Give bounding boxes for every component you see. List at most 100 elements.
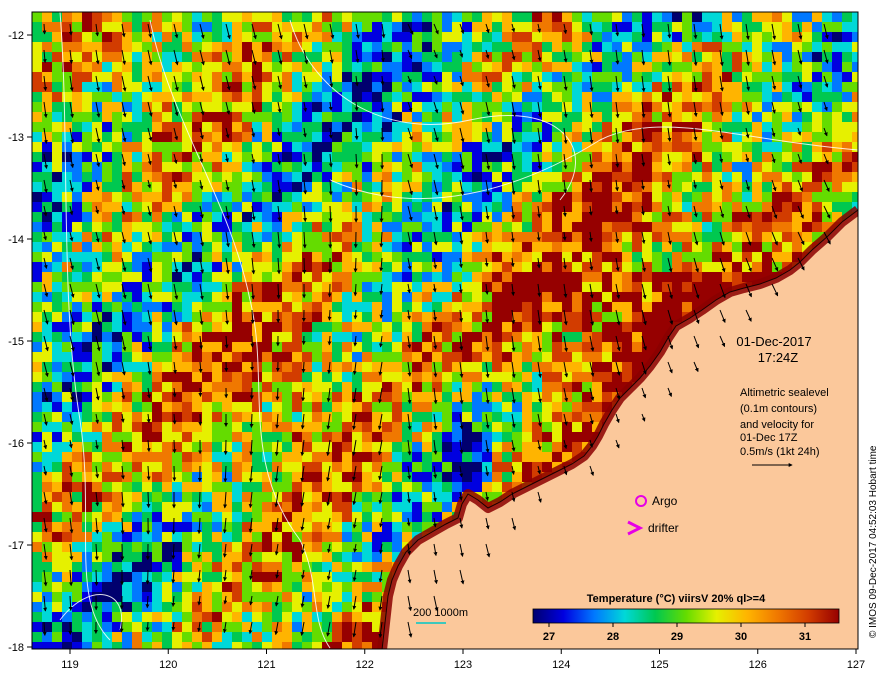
sst-cell bbox=[202, 472, 212, 482]
sst-cell bbox=[52, 522, 62, 532]
sst-cell bbox=[132, 312, 142, 322]
sst-cell bbox=[402, 272, 412, 282]
sst-cell bbox=[392, 142, 402, 152]
sst-cell bbox=[132, 482, 142, 492]
sst-cell bbox=[482, 432, 492, 442]
sst-cell bbox=[442, 392, 452, 402]
sst-cell bbox=[422, 52, 432, 62]
sst-cell bbox=[42, 462, 52, 472]
sst-cell bbox=[202, 592, 212, 602]
sst-cell bbox=[172, 582, 182, 592]
sst-cell bbox=[292, 402, 302, 412]
sst-cell bbox=[182, 512, 192, 522]
sst-cell bbox=[122, 242, 132, 252]
sst-cell bbox=[562, 192, 572, 202]
sst-cell bbox=[632, 122, 642, 132]
sst-cell bbox=[322, 602, 332, 612]
sst-cell bbox=[332, 52, 342, 62]
sst-cell bbox=[502, 342, 512, 352]
sst-cell bbox=[692, 122, 702, 132]
sst-cell bbox=[682, 172, 692, 182]
sst-cell bbox=[432, 372, 442, 382]
sst-cell bbox=[342, 242, 352, 252]
sst-cell bbox=[152, 382, 162, 392]
sst-cell bbox=[212, 332, 222, 342]
sst-cell bbox=[752, 202, 762, 212]
sst-cell bbox=[252, 432, 262, 442]
sst-cell bbox=[842, 62, 852, 72]
sst-cell bbox=[52, 252, 62, 262]
sst-cell bbox=[32, 522, 42, 532]
sst-cell bbox=[222, 512, 232, 522]
sst-cell bbox=[522, 52, 532, 62]
sst-cell bbox=[392, 22, 402, 32]
sst-cell bbox=[372, 232, 382, 242]
sst-cell bbox=[162, 312, 172, 322]
sst-cell bbox=[42, 232, 52, 242]
sst-cell bbox=[102, 582, 112, 592]
sst-cell bbox=[472, 262, 482, 272]
sst-cell bbox=[142, 592, 152, 602]
sst-cell bbox=[682, 32, 692, 42]
sst-cell bbox=[322, 412, 332, 422]
sst-cell bbox=[722, 172, 732, 182]
sst-cell bbox=[322, 312, 332, 322]
sst-cell bbox=[682, 272, 692, 282]
sst-cell bbox=[772, 62, 782, 72]
sst-cell bbox=[532, 32, 542, 42]
sst-cell bbox=[532, 312, 542, 322]
sst-cell bbox=[372, 282, 382, 292]
sst-cell bbox=[282, 482, 292, 492]
sst-cell bbox=[52, 532, 62, 542]
sst-cell bbox=[502, 442, 512, 452]
sst-cell bbox=[162, 442, 172, 452]
sst-cell bbox=[452, 162, 462, 172]
sst-cell bbox=[232, 482, 242, 492]
sst-cell bbox=[212, 502, 222, 512]
sst-cell bbox=[132, 72, 142, 82]
sst-cell bbox=[552, 372, 562, 382]
sst-cell bbox=[212, 492, 222, 502]
sst-cell bbox=[462, 372, 472, 382]
sst-cell bbox=[312, 232, 322, 242]
sst-cell bbox=[502, 362, 512, 372]
sst-cell bbox=[402, 142, 412, 152]
sst-cell bbox=[582, 142, 592, 152]
sst-cell bbox=[112, 222, 122, 232]
sst-cell bbox=[762, 22, 772, 32]
sst-cell bbox=[212, 372, 222, 382]
sst-cell bbox=[262, 392, 272, 402]
sst-cell bbox=[632, 232, 642, 242]
sst-cell bbox=[712, 162, 722, 172]
sst-cell bbox=[822, 122, 832, 132]
sst-cell bbox=[162, 582, 172, 592]
sst-cell bbox=[572, 112, 582, 122]
sst-cell bbox=[152, 452, 162, 462]
sst-cell bbox=[442, 202, 452, 212]
sst-cell bbox=[312, 592, 322, 602]
sst-cell bbox=[222, 502, 232, 512]
sst-cell bbox=[422, 332, 432, 342]
sst-cell bbox=[52, 142, 62, 152]
sst-cell bbox=[332, 32, 342, 42]
sst-cell bbox=[852, 102, 858, 112]
sst-cell bbox=[782, 162, 792, 172]
sst-cell bbox=[642, 42, 652, 52]
sst-cell bbox=[402, 442, 412, 452]
sst-cell bbox=[392, 512, 402, 522]
sst-cell bbox=[432, 262, 442, 272]
sst-cell bbox=[202, 332, 212, 342]
sst-cell bbox=[102, 542, 112, 552]
sst-cell bbox=[682, 92, 692, 102]
sst-cell bbox=[42, 432, 52, 442]
sst-cell bbox=[62, 502, 72, 512]
sst-cell bbox=[32, 372, 42, 382]
sst-cell bbox=[232, 62, 242, 72]
sst-cell bbox=[532, 142, 542, 152]
sst-cell bbox=[52, 342, 62, 352]
sst-cell bbox=[742, 272, 752, 282]
sst-cell bbox=[182, 262, 192, 272]
sst-cell bbox=[752, 62, 762, 72]
sst-cell bbox=[452, 212, 462, 222]
sst-cell bbox=[692, 182, 702, 192]
